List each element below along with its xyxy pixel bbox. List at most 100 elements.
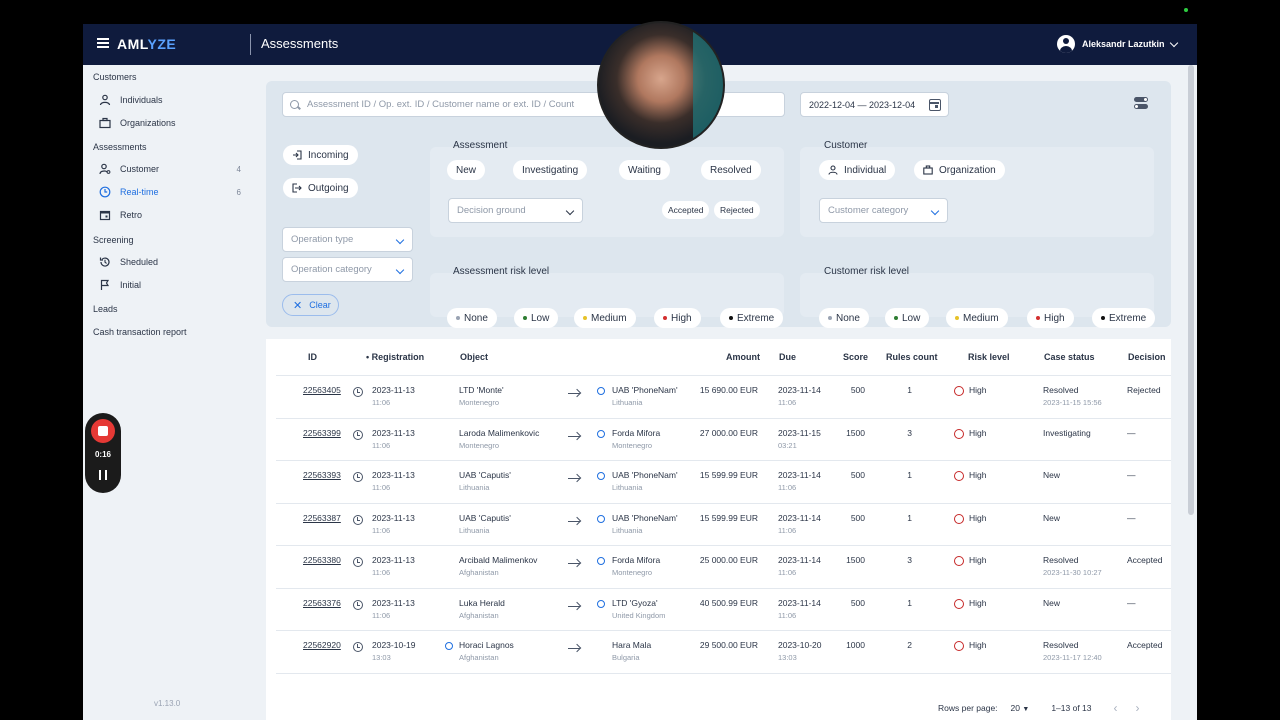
chip-label: Medium xyxy=(591,312,627,324)
customer-risk-high-chip[interactable]: High xyxy=(1027,308,1074,328)
individual-chip[interactable]: Individual xyxy=(819,160,896,180)
table-row[interactable]: 22563393 2023-11-13 11:06 UAB 'Caputis' Lith… xyxy=(276,460,1171,503)
next-page-icon[interactable]: › xyxy=(1136,701,1140,715)
risk-dot-icon xyxy=(729,316,733,320)
col-header-object[interactable]: Object xyxy=(460,352,488,362)
rejected-chip[interactable]: Rejected xyxy=(714,201,760,219)
assessment-investigating-chip[interactable]: Investigating xyxy=(513,160,588,180)
sidebar-item-label: Sheduled xyxy=(120,257,159,267)
sidebar-item-label: Individuals xyxy=(120,95,163,105)
assessment-id-link[interactable]: 22563387 xyxy=(303,513,341,523)
assessment-id-link[interactable]: 22563405 xyxy=(303,385,341,395)
customer-risk-extreme-chip[interactable]: Extreme xyxy=(1092,308,1156,328)
incoming-chip[interactable]: Incoming xyxy=(283,145,358,165)
registration-date: 2023-11-13 xyxy=(372,555,415,565)
sidebar-item-cash-report[interactable]: Cash transaction report xyxy=(93,327,187,337)
operation-category-select[interactable]: Operation category xyxy=(282,257,413,282)
rows-per-page-label: Rows per page: xyxy=(938,703,998,713)
assessment-id-link[interactable]: 22563380 xyxy=(303,555,341,565)
amount-value: 27 000.00 EUR xyxy=(699,427,758,438)
webcam-bubble xyxy=(597,21,725,149)
assessment-id-link[interactable]: 22562920 xyxy=(303,640,341,650)
assessment-risk-low-chip[interactable]: Low xyxy=(514,308,559,328)
decision-ground-select[interactable]: Decision ground xyxy=(448,198,583,223)
sidebar-item-real-time[interactable]: Real-time 6 xyxy=(99,183,241,201)
customer-risk-low-chip[interactable]: Low xyxy=(885,308,930,328)
risk-level-value: High xyxy=(969,385,987,395)
assessment-id-link[interactable]: 22563376 xyxy=(303,598,341,608)
customer-risk-medium-chip[interactable]: Medium xyxy=(946,308,1008,328)
object-from-name: Horaci Lagnos xyxy=(459,640,514,650)
outgoing-chip[interactable]: Outgoing xyxy=(283,178,358,198)
sidebar-item-individuals[interactable]: Individuals xyxy=(99,91,241,109)
table-row[interactable]: 22563387 2023-11-13 11:06 UAB 'Caputis' Lith… xyxy=(276,502,1171,546)
pause-icon[interactable] xyxy=(99,470,107,480)
customer-risk-none-chip[interactable]: None xyxy=(819,308,869,328)
chip-label: Resolved xyxy=(710,164,752,176)
prev-page-icon[interactable]: ‹ xyxy=(1114,701,1118,715)
col-header-id[interactable]: ID xyxy=(308,352,317,362)
assessment-resolved-chip[interactable]: Resolved xyxy=(701,160,761,180)
col-header-decision[interactable]: Decision xyxy=(1128,352,1166,362)
sidebar-item-sheduled[interactable]: Sheduled xyxy=(99,253,241,271)
table-row[interactable]: 22563380 2023-11-13 11:06 Arcibald Malimenk… xyxy=(276,545,1171,588)
chip-label: None xyxy=(464,312,488,324)
logo[interactable]: AMLYZE xyxy=(117,36,176,52)
chip-label: Extreme xyxy=(737,312,775,324)
col-header-case-status[interactable]: Case status xyxy=(1044,352,1095,362)
stop-recording-icon[interactable] xyxy=(91,419,115,443)
menu-icon[interactable] xyxy=(97,38,109,48)
object-type-icon xyxy=(597,599,605,608)
assessment-risk-medium-chip[interactable]: Medium xyxy=(574,308,636,328)
col-header-due[interactable]: Due xyxy=(779,352,796,362)
sidebar-item-leads[interactable]: Leads xyxy=(93,304,118,314)
object-from-name: Arcibald Malimenkov xyxy=(459,555,538,565)
table-row[interactable]: 22563399 2023-11-13 11:06 Laroda Malimenkov… xyxy=(276,417,1171,461)
sidebar-item-customer[interactable]: Customer 4 xyxy=(99,160,241,178)
object-type-icon xyxy=(597,514,605,523)
filter-toggle-icon[interactable] xyxy=(1134,97,1148,111)
assessment-risk-none-chip[interactable]: None xyxy=(447,308,497,328)
organization-chip[interactable]: Organization xyxy=(914,160,1005,180)
date-range-field[interactable]: 2022-12-04 — 2023-12-04 xyxy=(800,92,949,117)
customer-category-select[interactable]: Customer category xyxy=(819,198,948,223)
col-header-score[interactable]: Score xyxy=(843,352,868,362)
sidebar-item-initial[interactable]: Initial xyxy=(99,276,241,294)
sidebar-item-retro[interactable]: Retro xyxy=(99,206,241,224)
score-value: 500 xyxy=(850,597,865,608)
case-status-value: Resolved xyxy=(1043,640,1079,650)
accepted-chip[interactable]: Accepted xyxy=(662,201,710,219)
assessment-risk-extreme-chip[interactable]: Extreme xyxy=(720,308,784,328)
operation-type-select[interactable]: Operation type xyxy=(282,227,413,252)
clear-button[interactable]: ✕ Clear xyxy=(282,294,339,316)
scrollbar[interactable] xyxy=(1188,65,1194,515)
assessment-new-chip[interactable]: New xyxy=(447,160,486,180)
table-row[interactable]: 22563405 2023-11-13 11:06 LTD 'Monte' Monten… xyxy=(276,375,1171,418)
risk-level-value: High xyxy=(969,470,987,480)
col-header-amount[interactable]: Amount xyxy=(726,352,760,362)
sidebar-item-label: Customer xyxy=(120,164,160,174)
decision-value: — xyxy=(1127,597,1136,608)
col-header-rules-count[interactable]: Rules count xyxy=(886,352,938,362)
customer-label: Customer xyxy=(824,140,868,151)
sidebar-item-label: Retro xyxy=(120,210,143,220)
calendar-icon[interactable] xyxy=(929,99,941,111)
assessment-id-link[interactable]: 22563399 xyxy=(303,428,341,438)
risk-level-icon xyxy=(954,598,964,609)
due-time: 11:06 xyxy=(778,525,797,535)
table-row[interactable]: 22563376 2023-11-13 11:06 Luka Herald Afghan… xyxy=(276,587,1171,631)
user-menu[interactable]: Aleksandr Lazutkin xyxy=(1057,35,1178,53)
assessment-risk-high-chip[interactable]: High xyxy=(654,308,701,328)
table-row[interactable]: 22562920 2023-10-19 13:03 Horaci Lagnos Afgh… xyxy=(276,630,1171,673)
col-header-risk-level[interactable]: Risk level xyxy=(968,352,1010,362)
assessment-id-link[interactable]: 22563393 xyxy=(303,470,341,480)
rows-per-page-select[interactable]: 20 ▼ xyxy=(1011,703,1030,713)
due-time: 11:06 xyxy=(778,568,797,577)
col-header-registration[interactable]: • Registration xyxy=(366,352,424,362)
registration-time: 13:03 xyxy=(372,653,391,662)
arrow-right-icon xyxy=(568,393,580,395)
object-from-country: Afghanistan xyxy=(459,653,499,662)
clock-icon xyxy=(353,387,363,397)
assessment-waiting-chip[interactable]: Waiting xyxy=(619,160,670,180)
sidebar-item-organizations[interactable]: Organizations xyxy=(99,114,241,132)
